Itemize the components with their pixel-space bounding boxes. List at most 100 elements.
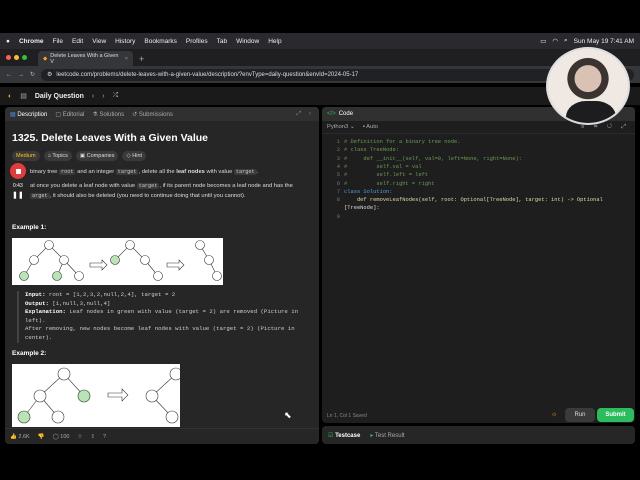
tab-test-result[interactable]: ▸ Test Result (370, 432, 404, 439)
pause-icon[interactable]: ❚❚ (12, 191, 24, 199)
line-number: 8 (336, 197, 340, 204)
reload-icon[interactable]: ↻ (30, 71, 35, 78)
menu-window[interactable]: Window (236, 38, 259, 45)
like-button[interactable]: 👍 2.6K (10, 434, 30, 440)
line-number: 4 (336, 163, 340, 170)
stop-recording-button[interactable] (10, 163, 26, 179)
daily-question-label[interactable]: Daily Question (35, 93, 84, 100)
code-line: def removeLeafNodes(self, root: Optional… (344, 197, 603, 204)
menu-file[interactable]: File (53, 38, 63, 45)
battery-icon[interactable]: ▭ (540, 37, 546, 45)
menu-profiles[interactable]: Profiles (186, 38, 208, 45)
stop-icon (15, 168, 21, 174)
tab-description[interactable]: ▤ Description (10, 111, 47, 118)
solutions-icon: ⚗ (92, 111, 98, 118)
editorial-icon: ▢ (55, 111, 62, 118)
difficulty-badge: Medium (12, 151, 40, 161)
line-number: 5 (336, 172, 340, 179)
tab-testcase[interactable]: ☑ Testcase (328, 432, 360, 439)
language-select[interactable]: Python3 ⌄ (327, 124, 355, 130)
macos-menubar: ● Chrome File Edit View History Bookmark… (0, 33, 640, 49)
example-1-input: Input: root = [1,2,3,2,null,2,4], target… (25, 291, 176, 298)
panel-expand-icon[interactable]: ⤢ ‹ (297, 111, 314, 118)
leetcode-logo-icon[interactable]: ◐ (8, 93, 12, 100)
example-2-heading: Example 2: (12, 350, 47, 357)
next-problem-icon[interactable]: › (102, 93, 104, 100)
url-text: leetcode.com/problems/delete-leaves-with… (56, 71, 359, 78)
description-footer: 👍 2.6K 👎 ◯ 100 ☆ ⇪ ? (5, 428, 319, 444)
run-button[interactable]: Run (565, 408, 595, 422)
menu-help[interactable]: Help (268, 38, 281, 45)
description-icon: ▤ (10, 111, 16, 118)
apple-icon[interactable]: ● (6, 38, 10, 45)
code-line: # self.left = left (344, 172, 429, 179)
code-panel-title: Code (338, 111, 354, 117)
comments-button[interactable]: ◯ 100 (53, 434, 70, 440)
line-number: 7 (336, 188, 340, 195)
close-tab-icon[interactable]: × (125, 56, 128, 62)
autocomplete-toggle[interactable]: ▪ Auto (363, 124, 378, 130)
description-line-3: arget, it should also be deleted (you ne… (30, 193, 246, 199)
forward-icon[interactable]: → (18, 72, 24, 78)
address-toolbar: ← → ↻ ⚙ leetcode.com/problems/delete-lea… (0, 66, 640, 83)
site-info-icon[interactable]: ⚙ (47, 71, 52, 78)
close-window-icon[interactable] (6, 55, 11, 60)
code-line: class Solution: (344, 188, 393, 195)
menu-edit[interactable]: Edit (72, 38, 83, 45)
comment-icon: ◯ (52, 433, 59, 440)
line-number: 1 (336, 139, 340, 145)
menu-tab[interactable]: Tab (217, 38, 227, 45)
problem-list-icon[interactable]: ▤ (20, 92, 27, 100)
browser-tab[interactable]: ◆ Delete Leaves With a Given V × (38, 51, 133, 66)
shuffle-icon[interactable]: ⤮ (113, 92, 119, 100)
search-icon[interactable]: ⌕ (564, 37, 568, 45)
description-panel: ▤ Description ▢ Editorial ⚗ Solutions ↺ … (5, 107, 319, 444)
menu-bookmarks[interactable]: Bookmarks (144, 38, 177, 45)
code-line: [TreeNode]: (344, 205, 380, 212)
wifi-icon[interactable]: ◠ (552, 37, 558, 45)
problem-title: 1325. Delete Leaves With a Given Value (12, 132, 209, 144)
debug-icon[interactable]: ☼ (551, 411, 557, 418)
line-number: 9 (336, 213, 340, 220)
problem-description: binary tree root and an integer target, … (27, 167, 312, 201)
terminal-icon: ▸ (370, 432, 374, 439)
new-tab-button[interactable]: + (139, 54, 144, 64)
prev-problem-icon[interactable]: ‹ (92, 93, 94, 100)
clock[interactable]: Sun May 19 7:41 AM (574, 38, 634, 45)
example-2-image (12, 364, 180, 427)
topics-button[interactable]: ⌂ Topics (43, 151, 72, 161)
minimize-window-icon[interactable] (14, 55, 19, 60)
line-number: 3 (336, 155, 340, 162)
dislike-icon[interactable]: 👎 (38, 434, 45, 440)
menu-view[interactable]: View (92, 38, 106, 45)
checkbox-icon: ☑ (328, 432, 334, 439)
code-panel: </> Code Python3 ⌄ ▪ Auto ≡ ⌗ ↺ ⤢ 1 # De… (322, 107, 635, 423)
example-1-explanation-2: After removing, new nodes become leaf no… (25, 325, 295, 341)
testcase-bar: ☑ Testcase ▸ Test Result (322, 426, 635, 444)
description-tabs: ▤ Description ▢ Editorial ⚗ Solutions ↺ … (5, 107, 319, 121)
browser-tab-title: Delete Leaves With a Given V (50, 52, 119, 65)
code-line: # self.val = val (344, 163, 422, 170)
help-icon[interactable]: ? (103, 434, 106, 440)
companies-button[interactable]: ▣ Companies (75, 151, 119, 161)
recording-timer: 0:43 (13, 183, 23, 189)
submissions-icon: ↺ (132, 111, 138, 118)
editor-status: Ln 1, Col 1 Saved (327, 413, 367, 419)
webcam-overlay (546, 47, 630, 125)
menu-app-name[interactable]: Chrome (19, 38, 44, 45)
tab-solutions[interactable]: ⚗ Solutions (92, 111, 124, 118)
submit-button[interactable]: Submit (597, 408, 634, 422)
favorite-icon[interactable]: ☆ (77, 434, 82, 440)
share-icon[interactable]: ⇪ (90, 434, 95, 440)
tab-submissions[interactable]: ↺ Submissions (132, 111, 173, 118)
menu-history[interactable]: History (115, 38, 135, 45)
leetcode-favicon-icon: ◆ (43, 55, 48, 62)
thumbs-up-icon: 👍 (10, 433, 17, 440)
back-icon[interactable]: ← (6, 72, 12, 78)
line-number: 6 (336, 180, 340, 187)
hint-button[interactable]: ◇ Hint (122, 151, 147, 161)
tab-editorial[interactable]: ▢ Editorial (55, 111, 84, 118)
zoom-window-icon[interactable] (22, 55, 27, 60)
url-bar[interactable]: ⚙ leetcode.com/problems/delete-leaves-wi… (41, 68, 634, 81)
example-1-heading: Example 1: (12, 224, 47, 231)
